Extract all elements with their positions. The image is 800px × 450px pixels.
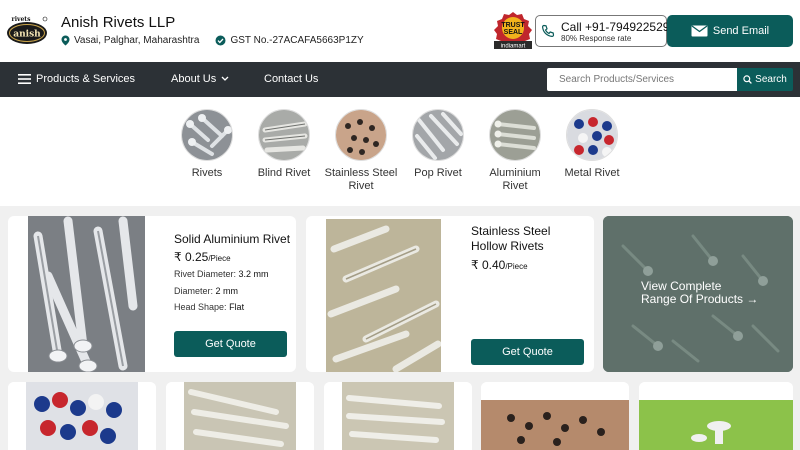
location-text: Vasai, Palghar, Maharashtra: [74, 35, 200, 46]
location-pin-icon: [61, 35, 70, 46]
trust-seal-line1: TRUST: [501, 22, 525, 29]
get-quote-button[interactable]: Get Quote: [471, 339, 584, 365]
blind-rivet-thumbnail: [258, 109, 310, 161]
product-thumbnail[interactable]: [639, 382, 793, 450]
product-thumbnail[interactable]: [166, 382, 314, 450]
category-label: Blind Rivet: [257, 167, 311, 179]
hamburger-menu-icon: [18, 74, 31, 84]
product-spec: Head Shape: Flat: [174, 302, 244, 312]
logo-text-top: rivets: [12, 16, 32, 23]
category-metal-rivet[interactable]: Metal Rivet: [555, 109, 629, 180]
trust-seal-badge[interactable]: TRUST SEAL indiamart: [493, 11, 533, 51]
view-all-line2-text: Range Of Products: [641, 292, 744, 306]
logo-text-main: anish: [13, 30, 41, 40]
send-email-button[interactable]: Send Email: [667, 15, 793, 47]
main-nav: Products & Services About Us Contact Us …: [0, 62, 800, 97]
phone-number: Call +91-7949225291: [561, 20, 677, 34]
call-button[interactable]: Call +91-7949225291 80% Response rate: [535, 15, 676, 47]
spec-value: 3.2 mm: [238, 269, 269, 279]
search-button-label: Search: [755, 74, 787, 85]
product-card: Solid Aluminium Rivet ₹ 0.25/Piece Rivet…: [8, 216, 296, 372]
category-label: Rivets: [191, 167, 223, 179]
nav-contact-label: Contact Us: [264, 73, 319, 85]
spec-key: Rivet Diameter:: [174, 269, 237, 279]
category-aluminium-rivet[interactable]: Aluminium Rivet: [478, 109, 552, 193]
nav-products-services[interactable]: Products & Services: [18, 73, 135, 85]
arrow-right-icon: →: [746, 292, 759, 306]
product-price: ₹ 0.40/Piece: [471, 258, 528, 272]
product-title[interactable]: Solid Aluminium Rivet: [174, 232, 290, 247]
product-spec: Diameter: 2 mm: [174, 286, 238, 296]
spec-key: Diameter:: [174, 286, 214, 296]
pop-rivet-thumbnail: [412, 109, 464, 161]
price-value: ₹ 0.25: [174, 250, 209, 264]
product-thumbnail[interactable]: [8, 382, 156, 450]
category-pop-rivet[interactable]: Pop Rivet: [401, 109, 475, 180]
get-quote-button[interactable]: Get Quote: [174, 331, 287, 357]
price-unit: /Piece: [208, 254, 231, 263]
view-complete-range-card[interactable]: View Complete Range Of Products →: [603, 216, 793, 372]
trust-seal-brand: indiamart: [501, 44, 526, 50]
rivets-thumbnail: [181, 109, 233, 161]
response-rate: 80% Response rate: [561, 34, 632, 43]
company-meta: Vasai, Palghar, Maharashtra GST No.-27AC…: [61, 35, 364, 46]
view-all-text: View Complete Range Of Products →: [641, 280, 758, 306]
price-value: ₹ 0.40: [471, 258, 506, 272]
verified-check-icon: [215, 35, 226, 46]
spec-key: Head Shape:: [174, 302, 227, 312]
category-stainless-steel-rivet[interactable]: Stainless Steel Rivet: [324, 109, 398, 193]
trust-seal-line2: SEAL: [504, 29, 523, 36]
category-label: Metal Rivet: [564, 167, 620, 179]
nav-about-label: About Us: [171, 73, 217, 85]
product-price: ₹ 0.25/Piece: [174, 250, 231, 264]
nav-contact-us[interactable]: Contact Us: [264, 73, 318, 85]
search-button[interactable]: Search: [737, 68, 793, 91]
gst-number: GST No.-27ACAFA5663P1ZY: [230, 35, 364, 46]
stainless-steel-rivet-thumbnail: [335, 109, 387, 161]
phone-icon: [541, 24, 555, 38]
product-thumbnail[interactable]: [324, 382, 472, 450]
view-all-line2: Range Of Products →: [641, 293, 758, 306]
envelope-icon: [691, 25, 708, 37]
chevron-down-icon: [221, 76, 229, 81]
product-title[interactable]: Stainless Steel Hollow Rivets: [471, 224, 581, 254]
site-header: anish rivets Anish Rivets LLP Vasai, Pal…: [0, 0, 800, 62]
company-logo[interactable]: anish rivets: [6, 14, 48, 46]
product-thumbnail[interactable]: [481, 382, 629, 450]
category-rivets[interactable]: Rivets: [170, 109, 244, 180]
category-label: Aluminium Rivet: [489, 167, 541, 192]
metal-rivet-thumbnail: [566, 109, 618, 161]
price-unit: /Piece: [505, 262, 528, 271]
category-strip: Rivets Blind Rivet Stainless Steel Rivet…: [0, 97, 800, 206]
nav-products-label: Products & Services: [36, 73, 136, 85]
category-label: Pop Rivet: [414, 167, 462, 179]
nav-about-us[interactable]: About Us: [171, 73, 229, 85]
aluminium-rivet-thumbnail: [489, 109, 541, 161]
search-input[interactable]: [547, 68, 737, 91]
product-spec: Rivet Diameter: 3.2 mm: [174, 269, 269, 279]
category-blind-rivet[interactable]: Blind Rivet: [247, 109, 321, 180]
spec-value: 2 mm: [215, 286, 239, 296]
search-icon: [743, 75, 753, 84]
product-image-stainless-steel-hollow-rivets[interactable]: [326, 219, 441, 372]
send-email-label: Send Email: [712, 25, 770, 37]
category-label: Stainless Steel Rivet: [324, 167, 398, 192]
product-image-solid-aluminium-rivet[interactable]: [28, 216, 145, 372]
spec-value: Flat: [229, 302, 245, 312]
company-name[interactable]: Anish Rivets LLP: [61, 14, 175, 31]
product-card: Stainless Steel Hollow Rivets ₹ 0.40/Pie…: [306, 216, 594, 372]
